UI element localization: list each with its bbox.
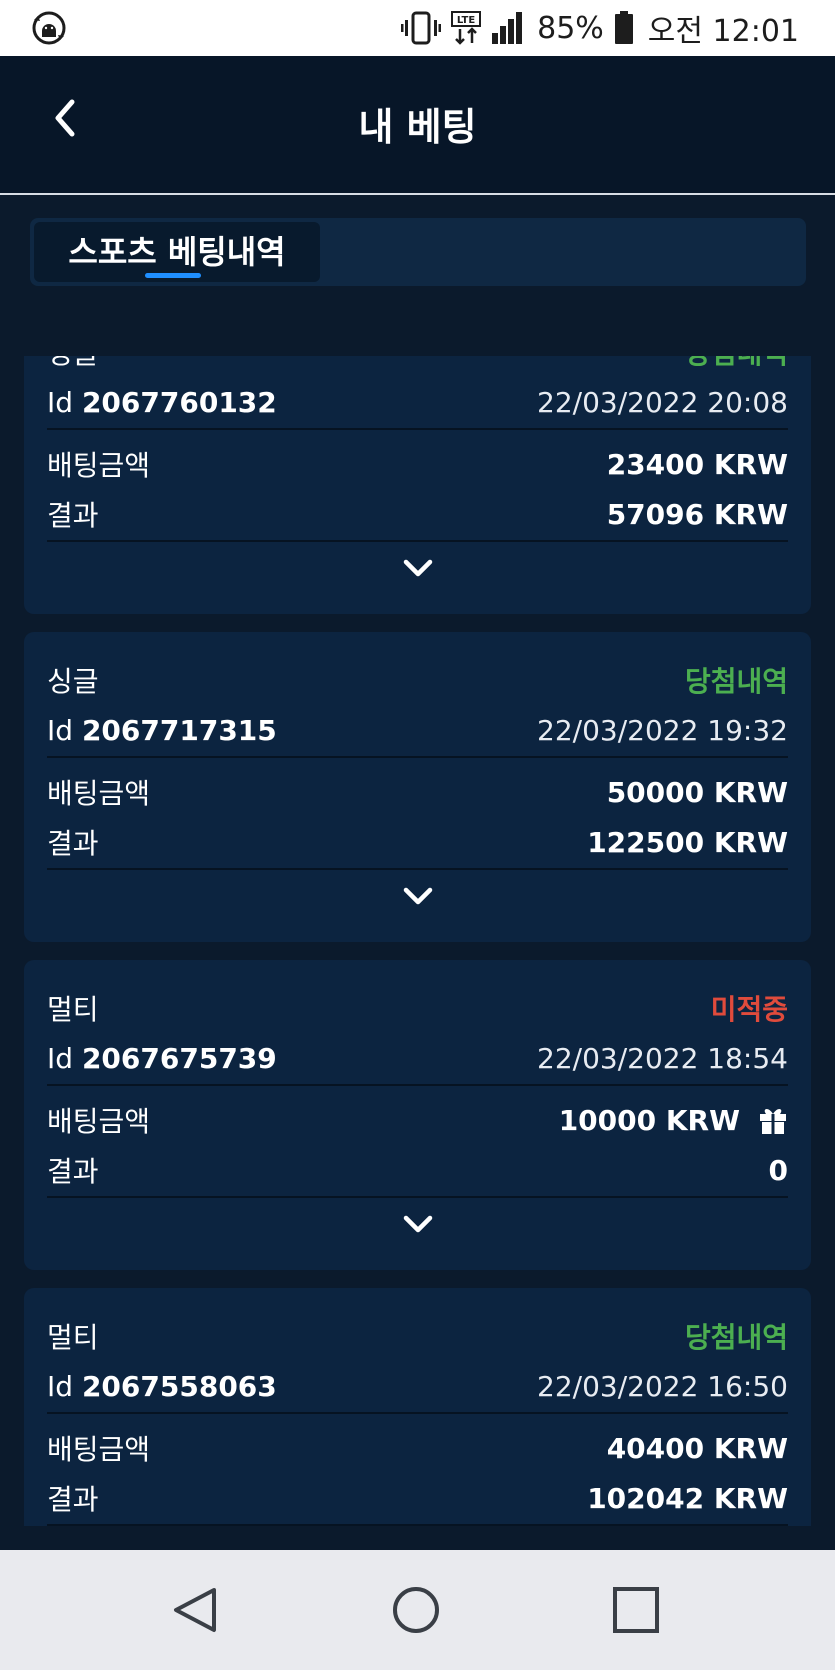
amount-value: 50000 KRW (606, 775, 788, 809)
gift-icon[interactable] (758, 1105, 788, 1135)
lte-label: LTE (457, 15, 476, 26)
bet-status: 당첨내역 (684, 665, 788, 698)
expand-button[interactable] (394, 872, 442, 920)
system-nav-bar (0, 1550, 835, 1670)
battery-percent: 85% (537, 10, 604, 46)
nav-recent-button[interactable] (606, 1580, 666, 1640)
bet-id: Id 2067760132 (47, 385, 277, 419)
bet-status: 당첨내역 (685, 356, 788, 372)
result-value: 0 (768, 1153, 788, 1187)
vibrate-icon (401, 11, 442, 45)
amount-label: 배팅금액 (47, 1433, 151, 1466)
bet-datetime: 22/03/2022 19:32 (537, 713, 788, 747)
bet-id: Id 2067717315 (47, 713, 277, 747)
bet-card: 싱글 당첨내역 Id 2067717315 22/03/2022 19:32 배… (24, 632, 811, 942)
status-icons: LTE 85% 오전 12:01 (401, 0, 799, 56)
result-label: 결과 (47, 499, 99, 532)
chevron-down-icon (403, 887, 432, 905)
amount-value: 10000 KRW (559, 1104, 788, 1137)
bet-type: 멀티 (47, 1321, 99, 1354)
bet-list[interactable]: 싱글 당첨내역 Id 2067760132 22/03/2022 20:08 배… (0, 356, 835, 1526)
chevron-down-icon (403, 1215, 432, 1233)
tab-bar: 스포츠 베팅내역 (30, 218, 806, 286)
bet-id: Id 2067558063 (47, 1369, 277, 1403)
bet-type: 싱글 (47, 665, 99, 698)
amount-label: 배팅금액 (47, 1105, 151, 1138)
bet-id: Id 2067675739 (47, 1041, 277, 1075)
result-value: 122500 KRW (587, 825, 788, 859)
amount-value: 40400 KRW (606, 1431, 788, 1465)
result-value: 102042 KRW (587, 1481, 788, 1515)
result-value: 57096 KRW (606, 497, 788, 531)
bet-type: 싱글 (47, 356, 99, 372)
result-label: 결과 (47, 827, 99, 860)
clock: 오전 12:01 (647, 14, 799, 49)
result-label: 결과 (47, 1155, 99, 1188)
bet-status: 당첨내역 (684, 1321, 788, 1354)
result-label: 결과 (47, 1483, 99, 1516)
expand-button[interactable] (394, 1200, 442, 1248)
android-sync-icon (32, 11, 66, 45)
nav-back-button[interactable] (166, 1580, 226, 1640)
expand-button[interactable] (394, 544, 442, 592)
active-tab-indicator (145, 273, 201, 278)
status-bar: LTE 85% 오전 12:01 (0, 0, 835, 56)
bet-datetime: 22/03/2022 16:50 (537, 1369, 788, 1403)
bet-card: 멀티 미적중 Id 2067675739 22/03/2022 18:54 배팅… (24, 960, 811, 1270)
triangle-back-icon (174, 1588, 216, 1632)
tab-sports-bet-history[interactable]: 스포츠 베팅내역 (34, 222, 320, 282)
bet-card: 멀티 당첨내역 Id 2067558063 22/03/2022 16:50 배… (24, 1288, 811, 1526)
lte-icon: LTE (451, 11, 482, 45)
bet-datetime: 22/03/2022 18:54 (537, 1041, 788, 1075)
battery-icon (614, 11, 633, 44)
amount-label: 배팅금액 (47, 449, 151, 482)
page-title: 내 베팅 (358, 105, 477, 149)
tab-label: 스포츠 베팅내역 (68, 233, 286, 271)
signal-icon (492, 12, 523, 44)
circle-home-icon (393, 1587, 439, 1633)
bet-status: 미적중 (710, 993, 788, 1026)
square-recent-icon (613, 1587, 659, 1633)
nav-home-button[interactable] (386, 1580, 446, 1640)
app-header: 내 베팅 (0, 56, 835, 195)
chevron-down-icon (403, 559, 432, 577)
amount-value: 23400 KRW (606, 447, 788, 481)
bet-datetime: 22/03/2022 20:08 (537, 385, 788, 419)
amount-label: 배팅금액 (47, 777, 151, 810)
bet-type: 멀티 (47, 993, 99, 1026)
bet-card: 싱글 당첨내역 Id 2067760132 22/03/2022 20:08 배… (24, 356, 811, 614)
